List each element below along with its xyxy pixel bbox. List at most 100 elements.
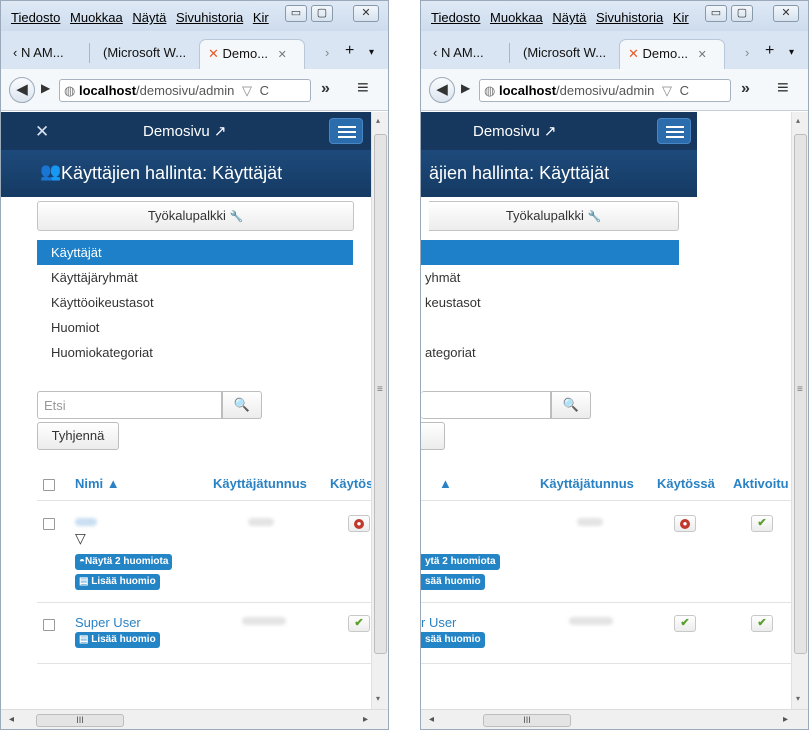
scrollbar-thumb[interactable]: III [483, 714, 571, 727]
scroll-right-icon[interactable]: ▸ [363, 714, 368, 725]
site-name-link[interactable]: Demosivu ↗ [143, 122, 226, 140]
tab-nam[interactable]: ‹ N AM... [5, 39, 72, 69]
column-header-enabled[interactable]: Käytössä [657, 476, 715, 491]
sidebar-item-users[interactable] [421, 240, 679, 265]
scroll-down-icon[interactable]: ▾ [796, 694, 800, 703]
reload-icon[interactable]: C [680, 83, 689, 98]
back-button[interactable]: ◀ [429, 77, 455, 103]
minimize-button[interactable]: ▭ [285, 5, 307, 22]
sidebar-item-notes[interactable]: Huomiot [37, 315, 353, 340]
clear-button[interactable]: Tyhjennä [37, 422, 119, 450]
toolbar-toggle-button[interactable]: Työkalupalkki 🔧 [429, 201, 679, 231]
menu-kirjanmerkit[interactable]: Kir [673, 10, 689, 25]
menu-sivuhistoria[interactable]: Sivuhistoria [176, 10, 243, 25]
vertical-scrollbar[interactable]: ▴ ≡ ▾ [791, 112, 808, 709]
row-checkbox[interactable] [43, 619, 55, 631]
address-bar[interactable]: ◍ localhost/demosivu/admin ▽ C [59, 79, 311, 102]
new-tab-icon[interactable]: + [757, 39, 782, 69]
filter-icon[interactable]: ▽ [75, 530, 86, 547]
reload-icon[interactable]: C [260, 83, 269, 98]
tab-microsoft[interactable]: (Microsoft W... [515, 39, 614, 69]
search-button[interactable]: 🔍 [222, 391, 262, 419]
sidebar-item-groups[interactable]: Käyttäjäryhmät [37, 265, 353, 290]
scrollbar-thumb[interactable]: III [36, 714, 124, 727]
enabled-toggle-button[interactable]: ● [348, 515, 370, 532]
forward-button[interactable]: ▶ [461, 81, 470, 95]
user-name-link[interactable]: Super User [75, 615, 141, 630]
activated-status-button[interactable]: ✔ [751, 515, 773, 532]
sidebar-item-note-categories[interactable]: Huomiokategoriat [37, 340, 353, 365]
back-button[interactable]: ◀ [9, 77, 35, 103]
url-dropdown-icon[interactable]: ▽ [662, 83, 672, 98]
menu-muokkaa[interactable]: Muokkaa [70, 10, 123, 25]
tab-nam[interactable]: ‹ N AM... [425, 39, 492, 69]
clear-button[interactable] [421, 422, 445, 450]
column-header-username[interactable]: Käyttäjätunnus [540, 476, 634, 491]
show-notes-badge[interactable]: ◓Näytä 2 huomiota [75, 554, 173, 570]
row-checkbox[interactable] [43, 518, 55, 530]
new-tab-icon[interactable]: + [337, 39, 362, 69]
close-window-button[interactable]: ✕ [353, 5, 379, 22]
enabled-toggle-button[interactable]: ✔ [348, 615, 370, 632]
menu-tiedosto[interactable]: Tiedosto [11, 10, 60, 25]
scroll-right-icon[interactable]: ▸ [783, 714, 788, 725]
maximize-button[interactable]: ▢ [731, 5, 753, 22]
search-input[interactable] [421, 391, 551, 419]
column-header-username[interactable]: Käyttäjätunnus [213, 476, 307, 491]
search-input[interactable]: Etsi [37, 391, 222, 419]
sidebar-item-access-levels[interactable]: Käyttöoikeustasot [37, 290, 353, 315]
tab-close-icon[interactable]: ✕ [698, 49, 707, 61]
sidebar-item-users[interactable]: Käyttäjät [37, 240, 353, 265]
search-button[interactable]: 🔍 [551, 391, 591, 419]
scroll-up-icon[interactable]: ▴ [796, 116, 800, 125]
minimize-button[interactable]: ▭ [705, 5, 727, 22]
select-all-checkbox[interactable] [43, 479, 55, 491]
tab-microsoft[interactable]: (Microsoft W... [95, 39, 194, 69]
browser-menu-icon[interactable]: ≡ [357, 77, 369, 100]
tab-demosivu[interactable]: ✕ Demo... ✕ [619, 39, 725, 69]
add-note-badge[interactable]: ▤ Lisää huomio [75, 574, 160, 590]
menu-nayta[interactable]: Näytä [132, 10, 166, 25]
activated-status-button[interactable]: ✔ [751, 615, 773, 632]
menu-muokkaa[interactable]: Muokkaa [490, 10, 543, 25]
enabled-toggle-button[interactable]: ● [674, 515, 696, 532]
menu-nayta[interactable]: Näytä [552, 10, 586, 25]
tab-list-icon[interactable]: ▾ [361, 39, 382, 69]
menu-toggle-button[interactable] [657, 118, 691, 144]
overflow-icon[interactable]: » [321, 80, 330, 98]
forward-button[interactable]: ▶ [41, 81, 50, 95]
add-note-badge[interactable]: sää huomio [421, 574, 485, 590]
address-bar[interactable]: ◍ localhost/demosivu/admin ▽ C [479, 79, 731, 102]
close-window-button[interactable]: ✕ [773, 5, 799, 22]
tab-list-icon[interactable]: ▾ [781, 39, 802, 69]
scroll-tabs-right-icon[interactable]: › [737, 39, 757, 69]
toolbar-toggle-button[interactable]: Työkalupalkki 🔧 [37, 201, 354, 231]
sidebar-item-groups[interactable]: yhmät [421, 265, 679, 290]
overflow-icon[interactable]: » [741, 80, 750, 98]
enabled-toggle-button[interactable]: ✔ [674, 615, 696, 632]
scroll-left-icon[interactable]: ◂ [9, 714, 14, 725]
sidebar-item-access-levels[interactable]: keustasot [421, 290, 679, 315]
menu-toggle-button[interactable] [329, 118, 363, 144]
column-header-name[interactable]: Nimi ▲ [75, 476, 120, 491]
sidebar-item-note-categories[interactable]: ategoriat [421, 340, 679, 365]
vertical-scrollbar[interactable]: ▴ ≡ ▾ [371, 112, 388, 709]
sidebar-item-notes[interactable] [421, 315, 679, 340]
column-header-activated[interactable]: Aktivoitu [733, 476, 789, 491]
column-header-name[interactable]: ▲ [439, 476, 452, 491]
scroll-left-icon[interactable]: ◂ [429, 714, 434, 725]
add-note-badge[interactable]: sää huomio [421, 632, 485, 648]
url-dropdown-icon[interactable]: ▽ [242, 83, 252, 98]
browser-menu-icon[interactable]: ≡ [777, 77, 789, 100]
menu-sivuhistoria[interactable]: Sivuhistoria [596, 10, 663, 25]
show-notes-badge[interactable]: ytä 2 huomiota [421, 554, 500, 570]
scroll-tabs-right-icon[interactable]: › [317, 39, 337, 69]
horizontal-scrollbar[interactable]: ◂ III ▸ [1, 709, 388, 729]
maximize-button[interactable]: ▢ [311, 5, 333, 22]
redacted-name[interactable] [75, 518, 97, 526]
user-name-link[interactable]: r User [421, 615, 456, 630]
scroll-up-icon[interactable]: ▴ [376, 116, 380, 125]
tab-demosivu[interactable]: ✕ Demo... ✕ [199, 39, 305, 69]
site-name-link[interactable]: Demosivu ↗ [473, 122, 556, 140]
add-note-badge[interactable]: ▤ Lisää huomio [75, 632, 160, 648]
